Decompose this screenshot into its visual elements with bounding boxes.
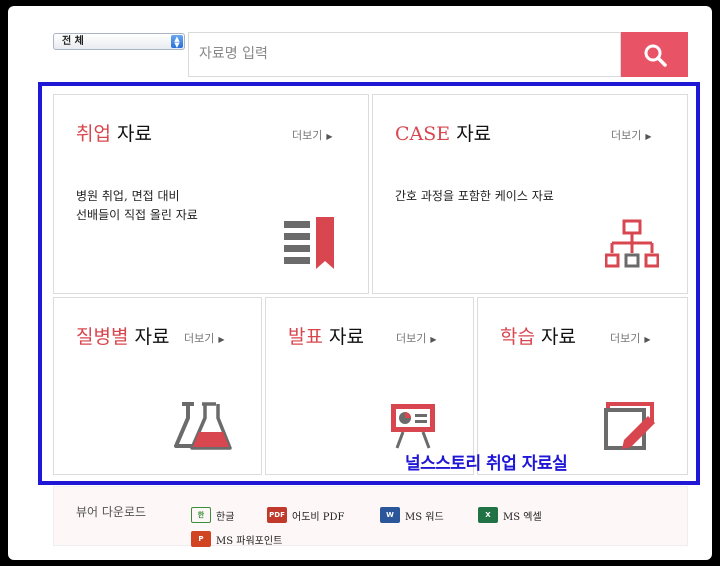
download-label: 어도비 PDF — [292, 511, 345, 523]
download-powerpoint[interactable]: P MS 파워포인트 — [191, 531, 282, 547]
search-placeholder: 자료명 입력 — [199, 46, 268, 62]
viewer-download-bar: 뷰어 다운로드 한 한글 PDF 어도비 PDF W MS 워드 X MS 엑셀… — [53, 486, 688, 547]
download-label: MS 파워포인트 — [216, 535, 283, 547]
search-input[interactable]: 자료명 입력 — [188, 32, 621, 77]
viewer-download-title: 뷰어 다운로드 — [76, 505, 147, 519]
pdf-icon: PDF — [267, 507, 287, 523]
excel-icon: X — [478, 507, 498, 523]
download-pdf[interactable]: PDF 어도비 PDF — [267, 507, 344, 523]
hangul-viewer-icon: 한 — [191, 507, 211, 523]
page-frame: 전 체 ▲ ▼ 자료명 입력 취업 자료 더보기 ▶ 병원 취업, 면접 대비 선배… — [8, 6, 712, 560]
search-button[interactable] — [621, 32, 688, 77]
download-label: MS 워드 — [405, 511, 444, 523]
chevron-updown-icon: ▲ ▼ — [171, 35, 183, 49]
download-label: MS 엑셀 — [503, 511, 542, 523]
category-select-value: 전 체 — [62, 36, 84, 47]
download-label: 한글 — [216, 511, 235, 523]
annotation-box — [38, 82, 700, 485]
category-select[interactable]: 전 체 ▲ ▼ — [53, 33, 185, 50]
download-word[interactable]: W MS 워드 — [380, 507, 444, 523]
powerpoint-icon: P — [191, 531, 211, 547]
search-icon — [644, 44, 667, 67]
annotation-label: 널스스토리 취업 자료실 — [405, 454, 568, 474]
download-hangul[interactable]: 한 한글 — [191, 507, 234, 523]
word-icon: W — [380, 507, 400, 523]
download-excel[interactable]: X MS 엑셀 — [478, 507, 542, 523]
